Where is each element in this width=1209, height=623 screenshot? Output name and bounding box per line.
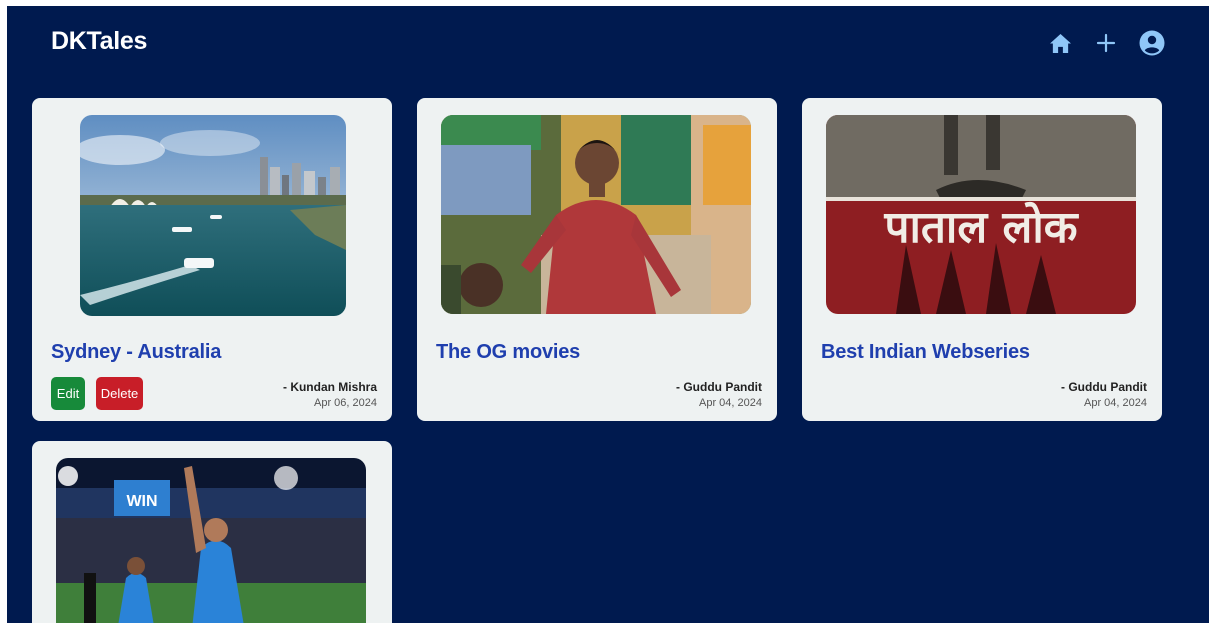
webseries-title-image-text: पाताल लोक (883, 201, 1079, 253)
post-title[interactable]: The OG movies (436, 341, 580, 364)
brand-logo[interactable]: DKTales (51, 27, 147, 56)
top-navbar: DKTales (7, 6, 1209, 86)
delete-button[interactable]: Delete (96, 377, 143, 410)
post-title[interactable]: Best Indian Webseries (821, 341, 1030, 364)
post-image-webseries[interactable]: पाताल लोक (826, 115, 1136, 314)
nav-actions (1047, 30, 1165, 56)
home-button[interactable] (1047, 30, 1073, 56)
post-title[interactable]: Sydney - Australia (51, 341, 221, 364)
scoreboard-win-text: WIN (126, 493, 157, 510)
post-card[interactable]: The OG movies - Guddu Pandit Apr 04, 202… (417, 98, 777, 421)
post-date: Apr 04, 2024 (1084, 397, 1147, 409)
post-author: - Kundan Mishra (282, 380, 377, 394)
home-icon (1049, 33, 1071, 53)
post-image-movies[interactable] (441, 115, 751, 314)
post-card[interactable]: Sydney - Australia Edit Delete - Kundan … (32, 98, 392, 421)
post-card[interactable]: WIN (32, 441, 392, 623)
post-date: Apr 06, 2024 (314, 397, 377, 409)
post-author: - Guddu Pandit (1061, 380, 1147, 394)
add-post-button[interactable] (1093, 30, 1119, 56)
user-icon (1139, 30, 1165, 56)
post-card[interactable]: पाताल लोक Best Indian Webseries - Guddu … (802, 98, 1162, 421)
edit-button[interactable]: Edit (51, 377, 85, 410)
post-date: Apr 04, 2024 (699, 397, 762, 409)
post-image-sydney[interactable] (80, 115, 346, 316)
post-image-cricket[interactable]: WIN (56, 458, 366, 623)
plus-icon (1096, 33, 1116, 53)
post-author: - Guddu Pandit (676, 380, 762, 394)
app-frame: DKTales Sydney - Australia Edit Delete -… (7, 6, 1209, 623)
profile-button[interactable] (1139, 30, 1165, 56)
